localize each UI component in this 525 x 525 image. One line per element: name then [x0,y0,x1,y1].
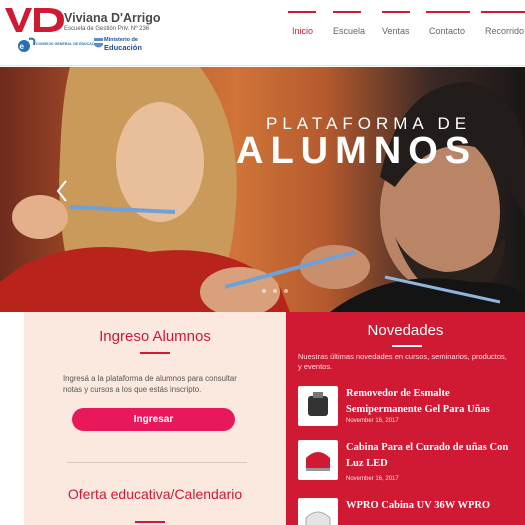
oferta-title[interactable]: Oferta educativa/Calendario [24,486,286,502]
news-item[interactable]: Cabina Para el Curado de uñas Con Luz LE… [298,440,523,490]
nav-item-contacto[interactable]: Contacto [426,11,470,61]
nav-bar [333,11,361,13]
news-title[interactable]: Cabina Para el Curado de uñas Con Luz LE… [346,440,522,472]
novedades-title: Novedades [367,322,444,339]
nav-label: Contacto [429,26,466,36]
nav-bar [426,11,470,13]
slider-dots [262,280,295,298]
product-icon [305,511,331,525]
hero-slider[interactable]: PLATAFORMA DE ALUMNOS [0,67,525,312]
news-date: November 16, 2017 [346,418,399,424]
news-item[interactable]: WPRO Cabina UV 36W WPRO [298,498,523,525]
hero-photo [0,67,525,312]
nav-item-recorrido[interactable]: Recorrido 3 [481,11,525,61]
nav-label: Recorrido 3 [485,26,525,36]
ingreso-title: Ingreso Alumnos [99,328,211,345]
news-item[interactable]: Removedor de Esmalte Semipermanente Gel … [298,386,523,436]
nav-item-escuela[interactable]: Escuela [333,11,365,61]
nav-item-inicio[interactable]: Inicio [288,11,316,61]
slider-dot[interactable] [262,289,266,293]
cge-label: CONSEJO GENERAL DE EDUCACIÓN [36,42,101,46]
news-thumbnail [298,386,338,426]
title-underline [135,521,165,523]
ingresar-button[interactable]: Ingresar [72,408,235,431]
slider-dot[interactable] [273,289,277,293]
vd-logo[interactable] [4,6,66,34]
ministerio-seal-icon [94,38,103,48]
brand-name: Viviana D'Arrigo [64,11,161,25]
chevron-left-icon[interactable] [56,180,68,202]
slider-dot[interactable] [284,289,288,293]
product-icon [308,392,328,416]
nav-label: Escuela [333,26,366,36]
novedades-description: Nuestras últimas novedades en cursos, se… [298,352,507,371]
product-icon [306,452,330,471]
news-thumbnail [298,498,338,525]
title-underline [140,352,170,354]
ministerio-label-bottom: Educación [104,43,142,52]
brand-subtitle: Escuela de Gestión Priv. Nº 236 [64,26,150,32]
ingreso-description: Ingresá a la plataforma de alumnos para … [63,374,237,394]
novedades-panel: Novedades Nuestras últimas novedades en … [286,312,525,525]
news-date: November 16, 2017 [346,476,399,482]
divider [67,462,247,463]
nav-label: Inicio [292,26,314,36]
nav-item-ventas[interactable]: Ventas [382,11,410,61]
news-title[interactable]: WPRO Cabina UV 36W WPRO [346,498,522,514]
news-thumbnail [298,440,338,480]
nav-bar [481,11,525,13]
site-header: Viviana D'Arrigo Escuela de Gestión Priv… [0,0,525,66]
title-underline [392,345,422,347]
nav-bar [382,11,410,13]
ingreso-panel: Ingreso Alumnos Ingresá a la plataforma … [24,312,286,525]
svg-text:e: e [20,42,25,51]
nav-label: Ventas [382,26,410,36]
hero-title-line2: ALUMNOS [236,130,478,172]
active-indicator [288,11,316,13]
news-title[interactable]: Removedor de Esmalte Semipermanente Gel … [346,386,522,418]
